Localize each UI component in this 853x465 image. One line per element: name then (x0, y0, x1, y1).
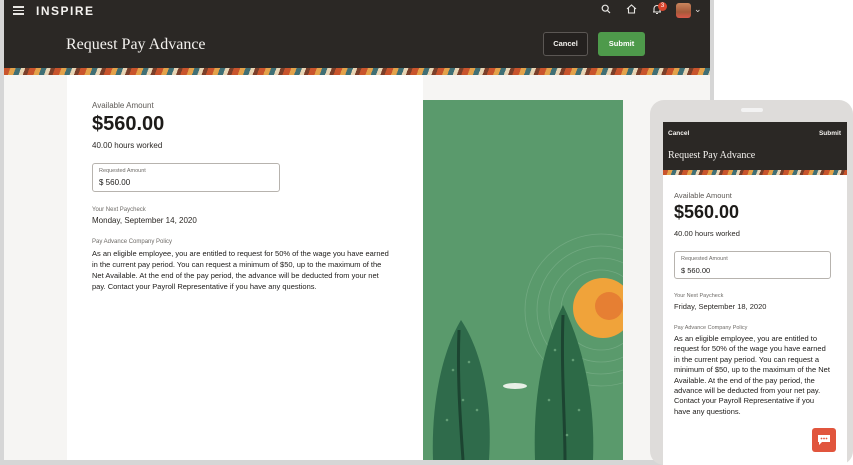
mobile-page-title: Request Pay Advance (668, 150, 756, 161)
chevron-down-icon[interactable]: ⌄ (694, 4, 702, 15)
mobile-policy-label: Pay Advance Company Policy (674, 325, 748, 331)
mobile-pattern-strip (663, 170, 847, 175)
user-avatar[interactable] (676, 3, 691, 18)
mobile-requested-amount-field[interactable]: Requested Amount $ 560.00 (674, 251, 831, 279)
chat-icon[interactable] (812, 428, 836, 452)
mobile-header: Cancel Submit Request Pay Advance (663, 122, 847, 170)
mobile-device: Cancel Submit Request Pay Advance Availa… (650, 100, 853, 465)
mobile-cancel-button[interactable]: Cancel (668, 130, 689, 137)
mobile-requested-label: Requested Amount (681, 256, 728, 262)
desktop-device: INSPIRE 3 ⌄ Request Pay Advance Cancel S… (0, 0, 714, 465)
next-paycheck-label: Your Next Paycheck (92, 207, 146, 213)
requested-amount-input[interactable]: $ 560.00 (99, 178, 130, 187)
mobile-next-paycheck-date: Friday, September 18, 2020 (674, 302, 767, 311)
phone-speaker (741, 108, 763, 112)
search-icon[interactable] (599, 4, 613, 18)
notification-count-badge: 3 (658, 2, 667, 11)
decorative-pattern-strip (4, 68, 710, 75)
mobile-next-paycheck-label: Your Next Paycheck (674, 293, 724, 299)
mobile-submit-button[interactable]: Submit (819, 130, 841, 137)
showcase-stage: INSPIRE 3 ⌄ Request Pay Advance Cancel S… (0, 0, 853, 465)
home-icon[interactable] (624, 4, 638, 18)
page-header: Request Pay Advance Cancel Submit (4, 22, 710, 68)
mobile-available-label: Available Amount (674, 191, 732, 200)
page-title: Request Pay Advance (66, 36, 206, 53)
hamburger-menu-icon[interactable] (13, 6, 24, 15)
mobile-available-amount: $560.00 (674, 202, 740, 222)
global-topbar: INSPIRE 3 ⌄ (4, 0, 710, 22)
requested-amount-field[interactable]: Requested Amount $ 560.00 (92, 163, 280, 192)
mobile-policy-text: As an eligible employee, you are entitle… (674, 334, 830, 416)
cancel-button[interactable]: Cancel (543, 32, 588, 56)
forest-sun-illustration (423, 100, 623, 460)
next-paycheck-date: Monday, September 14, 2020 (92, 216, 197, 225)
hours-worked-text: 40.00 hours worked (92, 141, 163, 150)
mobile-screen: Cancel Submit Request Pay Advance Availa… (663, 122, 847, 465)
desktop-screen: INSPIRE 3 ⌄ Request Pay Advance Cancel S… (4, 0, 710, 460)
brand-logo[interactable]: INSPIRE (36, 4, 95, 18)
submit-button[interactable]: Submit (598, 32, 645, 56)
available-amount-label: Available Amount (92, 101, 154, 110)
requested-amount-label: Requested Amount (99, 168, 146, 174)
request-form-card: Available Amount $560.00 40.00 hours wor… (67, 75, 423, 460)
mobile-requested-input[interactable]: $ 560.00 (681, 266, 710, 275)
mobile-hours-worked: 40.00 hours worked (674, 229, 740, 238)
policy-label: Pay Advance Company Policy (92, 239, 173, 245)
policy-text: As an eligible employee, you are entitle… (92, 249, 389, 291)
available-amount-value: $560.00 (92, 113, 165, 135)
